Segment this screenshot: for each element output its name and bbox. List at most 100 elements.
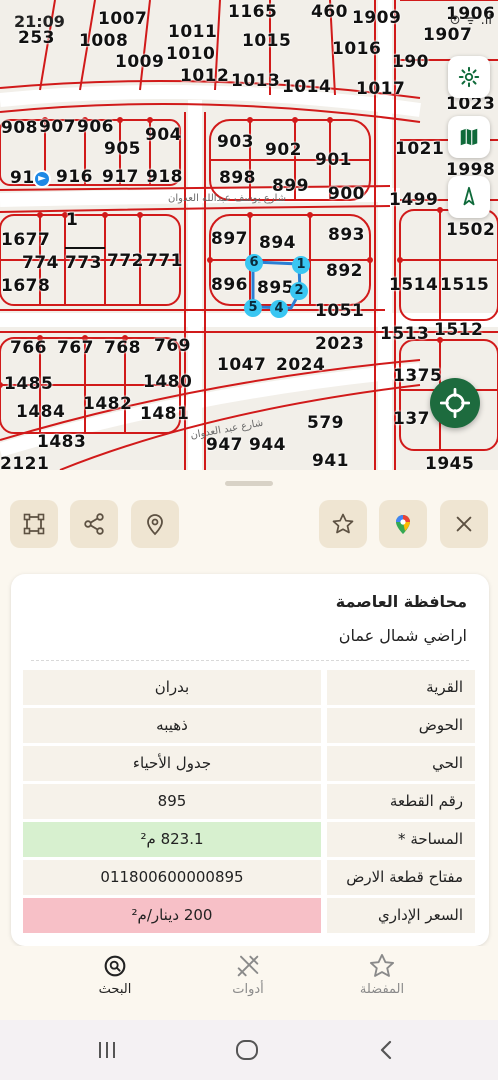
home-icon[interactable] xyxy=(235,1039,259,1061)
plot-label[interactable]: 918 xyxy=(146,169,183,186)
plot-label[interactable]: 900 xyxy=(328,186,365,203)
plot-label[interactable]: 941 xyxy=(312,453,349,470)
plot-label[interactable]: 766 xyxy=(10,340,47,357)
plot-label[interactable]: 947 xyxy=(206,437,243,454)
plot-label[interactable]: 579 xyxy=(307,415,344,432)
plot-label[interactable]: 1483 xyxy=(37,434,86,451)
map-view[interactable]: 253 1007 1008 1009 1011 1010 1012 1013 1… xyxy=(0,0,498,470)
plot-label[interactable]: 460 xyxy=(311,4,348,21)
plot-label[interactable]: 1017 xyxy=(356,81,405,98)
plot-label[interactable]: 773 xyxy=(65,255,102,272)
plot-label[interactable]: 767 xyxy=(57,340,94,357)
vertex-marker[interactable]: 2 xyxy=(290,282,308,300)
plot-label[interactable]: 1513 xyxy=(380,326,429,343)
plot-label[interactable]: 903 xyxy=(217,134,254,151)
plot-label[interactable]: 1016 xyxy=(332,41,381,58)
plot-label[interactable]: 1514 xyxy=(389,277,438,294)
plot-label[interactable]: 893 xyxy=(328,227,365,244)
compass-icon xyxy=(463,186,475,206)
plot-label[interactable]: 917 xyxy=(102,169,139,186)
close-button[interactable] xyxy=(440,500,488,548)
plot-label[interactable]: 1678 xyxy=(1,278,50,295)
plot-label[interactable]: 1008 xyxy=(79,33,128,50)
plot-label[interactable]: 1010 xyxy=(166,46,215,63)
plot-label[interactable]: 1484 xyxy=(16,404,65,421)
plot-label[interactable]: 2024 xyxy=(276,357,325,374)
plot-label[interactable]: 896 xyxy=(211,277,248,294)
info-row-neighborhood: جدول الأحياء الحي xyxy=(23,746,475,781)
share-button[interactable] xyxy=(70,500,118,548)
plot-label[interactable]: 907 xyxy=(39,119,76,136)
plot-label[interactable]: 897 xyxy=(211,231,248,248)
plot-label[interactable]: 1482 xyxy=(83,396,132,413)
nav-tools[interactable]: أدوات xyxy=(193,952,303,997)
plot-label[interactable]: 1014 xyxy=(282,79,331,96)
plot-label[interactable]: 253 xyxy=(18,30,55,47)
plot-label[interactable]: 1502 xyxy=(446,222,495,239)
vertex-marker[interactable]: 1 xyxy=(292,256,310,274)
compass-button[interactable] xyxy=(448,176,490,218)
plot-label[interactable]: 771 xyxy=(146,253,183,270)
plot-label[interactable]: 894 xyxy=(259,235,296,252)
plot-label[interactable]: 898 xyxy=(219,170,256,187)
plot-label[interactable]: 1907 xyxy=(423,27,472,44)
plot-label[interactable]: 901 xyxy=(315,152,352,169)
plot-label[interactable]: 902 xyxy=(265,142,302,159)
location-button[interactable] xyxy=(131,500,179,548)
plot-label[interactable]: 944 xyxy=(249,437,286,454)
close-icon xyxy=(456,516,472,532)
plot-label[interactable]: 1480 xyxy=(143,374,192,391)
plot-label[interactable]: 1011 xyxy=(168,24,217,41)
open-google-maps-button[interactable] xyxy=(379,500,427,548)
plot-label[interactable]: 769 xyxy=(154,338,191,355)
vertex-marker[interactable]: 4 xyxy=(270,300,288,318)
sheet-handle[interactable] xyxy=(225,481,273,486)
plot-label[interactable]: 1499 xyxy=(389,192,438,209)
vertex-marker[interactable]: 6 xyxy=(245,254,263,272)
plot-label[interactable]: 1945 xyxy=(425,456,474,471)
map-layers-button[interactable] xyxy=(448,116,490,158)
plot-label[interactable]: 772 xyxy=(107,253,144,270)
plot-label[interactable]: 1012 xyxy=(180,68,229,85)
plot-label[interactable]: 2023 xyxy=(315,336,364,353)
plot-label[interactable]: 774 xyxy=(22,255,59,272)
plot-label[interactable]: 1485 xyxy=(4,376,53,393)
recent-apps-icon[interactable] xyxy=(96,1040,118,1060)
plot-label[interactable]: 1013 xyxy=(231,73,280,90)
plot-label[interactable]: 908 xyxy=(1,120,38,137)
plot-label[interactable]: 1007 xyxy=(98,11,147,28)
plot-label[interactable]: 1481 xyxy=(140,406,189,423)
plot-label[interactable]: 906 xyxy=(77,119,114,136)
plot-label[interactable]: 905 xyxy=(104,141,141,158)
plot-label[interactable]: 190 xyxy=(392,54,429,71)
plot-label[interactable]: 1047 xyxy=(217,357,266,374)
plot-label[interactable]: 904 xyxy=(145,127,182,144)
plot-label[interactable]: 1051 xyxy=(315,303,364,320)
favorite-button[interactable] xyxy=(319,500,367,548)
back-icon[interactable] xyxy=(378,1040,394,1060)
plot-label[interactable]: 2121 xyxy=(0,456,49,471)
plot-label[interactable]: 1021 xyxy=(395,141,444,158)
plot-label[interactable]: 1009 xyxy=(115,54,164,71)
plot-label[interactable]: 1 xyxy=(66,212,78,229)
nav-favorites[interactable]: المفضلة xyxy=(327,952,437,997)
locate-me-button[interactable] xyxy=(430,378,480,428)
plot-label[interactable]: 1375 xyxy=(393,368,442,385)
draw-polygon-button[interactable] xyxy=(10,500,58,548)
plot-label[interactable]: 137 xyxy=(393,411,430,428)
plot-label[interactable]: 91 xyxy=(10,170,35,187)
plot-label[interactable]: 1165 xyxy=(228,4,277,21)
plot-label[interactable]: 1512 xyxy=(434,322,483,339)
plot-label[interactable]: 916 xyxy=(56,169,93,186)
plot-label[interactable]: 1677 xyxy=(1,232,50,249)
plot-label[interactable]: 1515 xyxy=(440,277,489,294)
plot-label[interactable]: 895 xyxy=(257,280,294,297)
vertex-marker[interactable]: 5 xyxy=(244,299,262,317)
settings-button[interactable] xyxy=(448,56,490,98)
plot-label[interactable]: 892 xyxy=(326,263,363,280)
plot-label[interactable]: 1909 xyxy=(352,10,401,27)
plot-label[interactable]: 1023 xyxy=(446,96,495,113)
plot-label[interactable]: 768 xyxy=(104,340,141,357)
plot-label[interactable]: 1015 xyxy=(242,33,291,50)
nav-search[interactable]: البحث xyxy=(60,952,170,997)
